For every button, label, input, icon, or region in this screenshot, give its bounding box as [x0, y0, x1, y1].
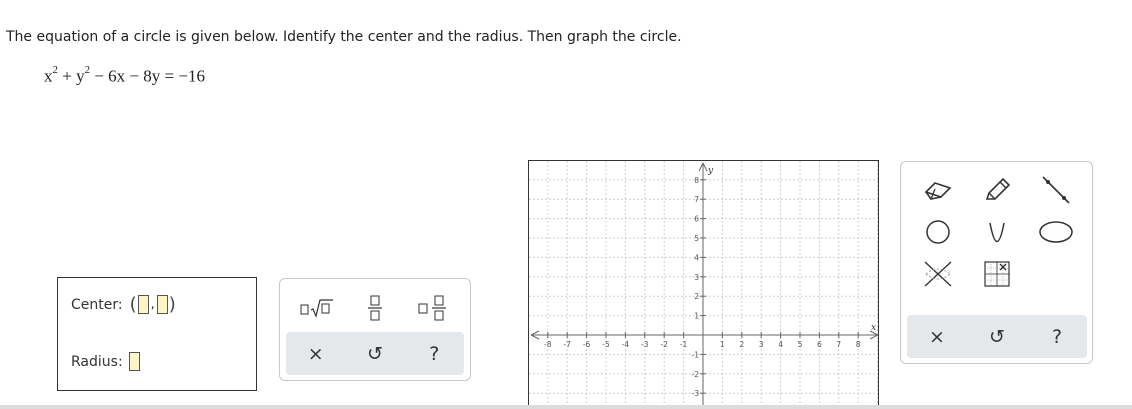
y-tick-label: 3: [694, 273, 699, 282]
radius-label: Radius:: [71, 353, 123, 370]
x-tick-label: -6: [583, 340, 591, 349]
ellipse-tool[interactable]: [1026, 214, 1085, 250]
undo-icon: ↺: [367, 342, 383, 365]
x-tick-label: 6: [817, 340, 822, 349]
x-axis-label: x: [871, 323, 876, 333]
eraser-tool[interactable]: [909, 172, 968, 208]
palette-clear-button[interactable]: ×: [298, 338, 334, 370]
y-tick-label: 6: [694, 215, 699, 224]
center-open-paren: (: [129, 294, 137, 315]
palette-undo-button[interactable]: ↺: [357, 338, 393, 370]
ellipse-icon: [1038, 221, 1073, 243]
x-tick-label: 7: [836, 340, 841, 349]
parabola-icon: [989, 222, 1005, 243]
fraction-template-icon: [368, 295, 382, 321]
parabola-tool[interactable]: [968, 214, 1027, 250]
center-row: Center: ( , ): [71, 295, 177, 314]
answer-box: Center: ( , ) Radius:: [57, 277, 257, 391]
fraction-template-button[interactable]: [357, 292, 393, 324]
bottom-scroll-bar: [0, 405, 1132, 409]
graph-undo-button[interactable]: ↺: [979, 321, 1015, 353]
center-label: Center:: [71, 296, 123, 313]
palette-help-button[interactable]: ?: [416, 338, 452, 370]
y-tick-label: 2: [694, 292, 699, 301]
x-tick-label: 8: [856, 340, 861, 349]
circle-equation: x2 + y2 − 6x − 8y = −16: [44, 64, 205, 87]
center-x-input[interactable]: [137, 295, 149, 314]
no-solution-tool[interactable]: [909, 256, 968, 292]
radius-row: Radius:: [71, 352, 140, 371]
x-tick-label: 1: [720, 340, 725, 349]
graph-help-button[interactable]: ?: [1039, 321, 1075, 353]
help-icon: ?: [429, 342, 440, 365]
question-text: The equation of a circle is given below.…: [6, 29, 682, 45]
x-tick-label: 4: [778, 340, 783, 349]
y-tick-label: 1: [694, 312, 699, 321]
y-tick-label: 5: [694, 234, 699, 243]
eq-plus: +: [62, 66, 72, 86]
x-tick-label: -1: [680, 340, 688, 349]
close-icon: ×: [929, 325, 945, 348]
eq-y: y: [76, 66, 85, 86]
x-tick-label: 3: [759, 340, 764, 349]
mixed-number-template-button[interactable]: [415, 292, 451, 324]
sqrt-template-icon: [300, 299, 333, 318]
line-icon: [1042, 176, 1070, 204]
y-tick-label: -1: [692, 350, 700, 359]
undo-icon: ↺: [989, 325, 1005, 348]
close-icon: ×: [307, 342, 324, 365]
graph-clear-button[interactable]: ×: [919, 321, 955, 353]
eq-x: x: [44, 66, 53, 86]
eq-x-exp: 2: [52, 64, 59, 76]
x-tick-label: 2: [739, 340, 744, 349]
graph-canvas[interactable]: x y -8 -7 -6 -5 -4 -3 -2 -1 1 2 3 4 5 6 7 8 8 7 6 5 4 3 2 1 -1 -2 -3: [528, 160, 879, 409]
graph-tools-panel: × ↺ ?: [900, 161, 1093, 364]
x-tick-label: -5: [602, 340, 610, 349]
x-tick-label: -7: [563, 340, 571, 349]
center-comma: ,: [150, 297, 155, 312]
sqrt-template-button[interactable]: [299, 292, 335, 324]
x-tick-label: -2: [660, 340, 668, 349]
x-tick-label: 5: [798, 340, 803, 349]
y-tick-label: 7: [694, 195, 699, 204]
eraser-icon: [924, 182, 952, 200]
coordinate-grid[interactable]: x y -8 -7 -6 -5 -4 -3 -2 -1 1 2 3 4 5 6 7 8 8 7 6 5 4 3 2 1 -1 -2 -3: [529, 161, 879, 409]
y-tick-label: -3: [692, 389, 700, 398]
math-palette: × ↺ ?: [279, 278, 471, 381]
line-tool[interactable]: [1026, 172, 1085, 208]
pencil-icon: [985, 177, 1011, 200]
eq-y-exp: 2: [84, 64, 91, 76]
mixed-number-template-icon: [418, 295, 446, 321]
y-tick-label: -2: [692, 370, 700, 379]
center-y-input[interactable]: [156, 295, 168, 314]
no-solution-icon: [924, 261, 952, 287]
circle-icon: [926, 220, 951, 244]
y-tick-label: 8: [694, 176, 699, 185]
y-axis-label: y: [707, 166, 714, 176]
y-tick-label: 4: [694, 253, 699, 262]
grid-area-tool[interactable]: [968, 256, 1027, 292]
help-icon: ?: [1051, 325, 1063, 348]
x-tick-label: -3: [641, 340, 649, 349]
radius-input[interactable]: [128, 352, 140, 371]
eq-rest: − 6x − 8y = −16: [94, 66, 205, 86]
center-close-paren: ): [168, 294, 176, 315]
circle-tool[interactable]: [909, 214, 968, 250]
pencil-tool[interactable]: [968, 172, 1027, 208]
grid-area-icon: [984, 261, 1010, 287]
x-tick-label: -8: [544, 340, 552, 349]
x-tick-label: -4: [622, 340, 630, 349]
